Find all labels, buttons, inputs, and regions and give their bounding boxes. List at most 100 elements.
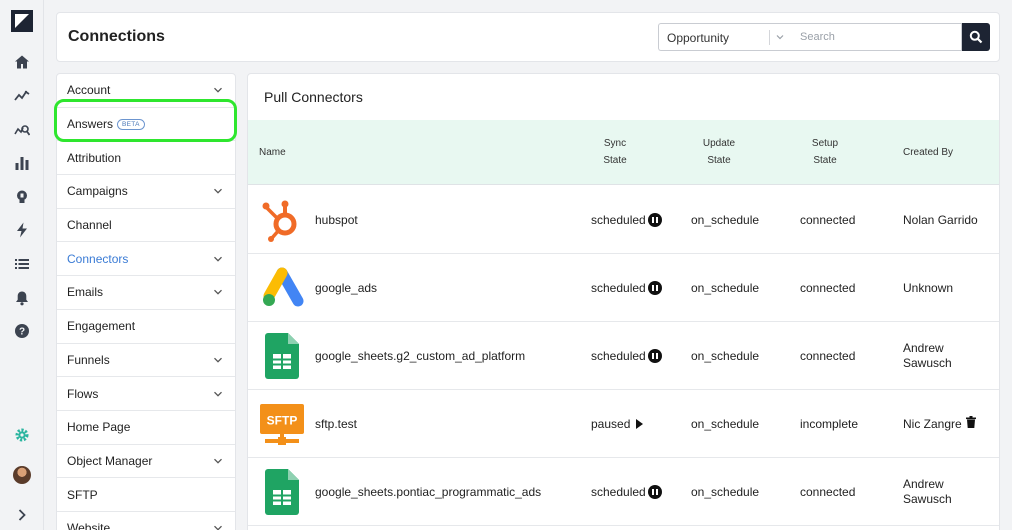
menu-item-object-manager[interactable]: Object Manager	[57, 445, 235, 479]
table-row[interactable]: google_sheets.g2_custom_ad_platform sched…	[248, 322, 999, 390]
setup-state: incomplete	[800, 417, 859, 431]
pull-connectors-panel: Pull Connectors Name Sync State Update S…	[247, 73, 1000, 530]
menu-item-label: Home Page	[67, 420, 131, 435]
menu-item-funnels[interactable]: Funnels	[57, 344, 235, 378]
menu-item-attribution[interactable]: Attribution	[57, 141, 235, 176]
pause-icon[interactable]	[647, 349, 662, 363]
analytics-search-icon[interactable]	[12, 119, 32, 139]
created-by: Andrew Sawusch	[903, 458, 952, 526]
created-by-text: Unknown	[903, 280, 954, 295]
chevron-down-icon[interactable]	[213, 186, 223, 196]
sync-state-text: scheduled	[591, 213, 646, 227]
list-icon[interactable]	[12, 254, 32, 274]
update-state: on_schedule	[691, 485, 760, 499]
chevron-down-icon[interactable]	[213, 389, 223, 399]
user-avatar[interactable]	[13, 466, 31, 484]
setup-state: connected	[800, 281, 856, 295]
sync-state: paused	[591, 390, 644, 458]
chevron-down-icon[interactable]	[213, 287, 223, 297]
column-header-update-state[interactable]: Update State	[695, 135, 743, 169]
menu-item-answers[interactable]: Answers BETA	[57, 108, 235, 142]
chevron-down-icon[interactable]	[213, 355, 223, 365]
settings-gear-icon[interactable]	[12, 425, 32, 445]
chevron-down-icon[interactable]	[213, 523, 223, 530]
bell-icon[interactable]	[12, 288, 32, 308]
connector-name[interactable]: google_sheets.g2_custom_ad_platform	[315, 322, 525, 390]
menu-item-label: SFTP	[67, 487, 98, 502]
expand-chevron-icon[interactable]	[12, 505, 32, 525]
lightbulb-icon[interactable]	[12, 187, 32, 207]
created-by-text: Nic Zangre	[903, 416, 962, 431]
sftp-logo-text: SFTP	[267, 414, 298, 428]
table-row[interactable]: google_sheets.pontiac_programmatic_ads sc…	[248, 458, 999, 526]
setup-state: connected	[800, 349, 856, 363]
column-header-created-by[interactable]: Created By	[903, 144, 953, 161]
page-header: Connections Opportunity	[56, 12, 1000, 62]
page-title: Connections	[68, 28, 165, 45]
lightning-icon[interactable]	[12, 220, 32, 240]
section-title: Pull Connectors	[264, 89, 363, 105]
google-ads-logo-icon	[259, 254, 305, 322]
connector-name[interactable]: sftp.test	[315, 390, 357, 458]
created-by: Nolan Garrido	[903, 186, 978, 254]
menu-item-home-page[interactable]: Home Page	[57, 411, 235, 445]
search-input[interactable]	[791, 23, 962, 51]
sync-state: scheduled	[591, 458, 662, 526]
help-icon[interactable]: ?	[12, 321, 32, 341]
menu-item-channel[interactable]: Channel	[57, 209, 235, 243]
table-row[interactable]: SFTP sftp.test paused on_schedule incomplete…	[248, 390, 999, 458]
menu-item-website[interactable]: Website	[57, 512, 235, 530]
app-logo[interactable]	[11, 10, 33, 32]
menu-item-label: Attribution	[67, 150, 122, 165]
select-chevron-down-icon[interactable]	[769, 23, 791, 51]
left-rail: ?	[0, 0, 44, 530]
play-icon[interactable]	[636, 419, 644, 429]
beta-badge: BETA	[117, 119, 145, 131]
settings-menu: Account Answers BETA Attribution Campaigns Ch…	[56, 73, 236, 530]
menu-item-account[interactable]: Account	[57, 74, 235, 108]
pause-icon[interactable]	[647, 485, 662, 499]
bar-chart-icon[interactable]	[12, 153, 32, 173]
sftp-logo-icon: SFTP	[259, 390, 305, 458]
sync-state: scheduled	[591, 254, 662, 322]
table-row[interactable]: hubspot scheduled on_schedule connected Nola…	[248, 186, 999, 254]
menu-item-label: Flows	[67, 386, 99, 401]
home-icon[interactable]	[12, 52, 32, 72]
menu-item-flows[interactable]: Flows	[57, 377, 235, 411]
svg-text:?: ?	[19, 327, 25, 338]
created-by-text: Andrew	[903, 477, 944, 491]
chevron-down-icon[interactable]	[213, 456, 223, 466]
menu-item-label: Answers	[67, 117, 114, 132]
pause-icon[interactable]	[647, 281, 662, 295]
hubspot-logo-icon	[259, 186, 305, 254]
menu-item-label: Emails	[67, 285, 104, 300]
connector-name[interactable]: google_sheets.pontiac_programmatic_ads	[315, 458, 541, 526]
sync-state: scheduled	[591, 322, 662, 390]
menu-item-sftp[interactable]: SFTP	[57, 478, 235, 512]
column-header-setup-state[interactable]: Setup State	[801, 135, 849, 169]
connector-name[interactable]: google_ads	[315, 254, 377, 322]
chevron-down-icon[interactable]	[213, 254, 223, 264]
chevron-down-icon[interactable]	[213, 85, 223, 95]
menu-item-connectors[interactable]: Connectors	[57, 242, 235, 277]
menu-item-engagement[interactable]: Engagement	[57, 310, 235, 344]
column-header-name[interactable]: Name	[259, 144, 286, 161]
created-by: Unknown	[903, 254, 953, 322]
connector-name[interactable]: hubspot	[315, 186, 358, 254]
created-by-text-line2: Sawusch	[903, 356, 952, 370]
created-by: Andrew Sawusch	[903, 322, 952, 390]
menu-item-label: Engagement	[67, 319, 136, 334]
trash-icon[interactable]	[965, 416, 976, 432]
column-header-sync-state[interactable]: Sync State	[591, 135, 639, 169]
trends-icon[interactable]	[12, 86, 32, 106]
menu-item-campaigns[interactable]: Campaigns	[57, 175, 235, 209]
pause-icon[interactable]	[647, 213, 662, 227]
menu-item-emails[interactable]: Emails	[57, 276, 235, 310]
menu-item-label: Object Manager	[67, 453, 153, 468]
update-state: on_schedule	[691, 417, 760, 431]
search-button[interactable]	[962, 23, 990, 51]
sync-state-text: scheduled	[591, 485, 646, 499]
table-row[interactable]: google_ads scheduled on_schedule connected U…	[248, 254, 999, 322]
setup-state: connected	[800, 213, 856, 227]
object-type-select[interactable]: Opportunity	[658, 23, 769, 51]
